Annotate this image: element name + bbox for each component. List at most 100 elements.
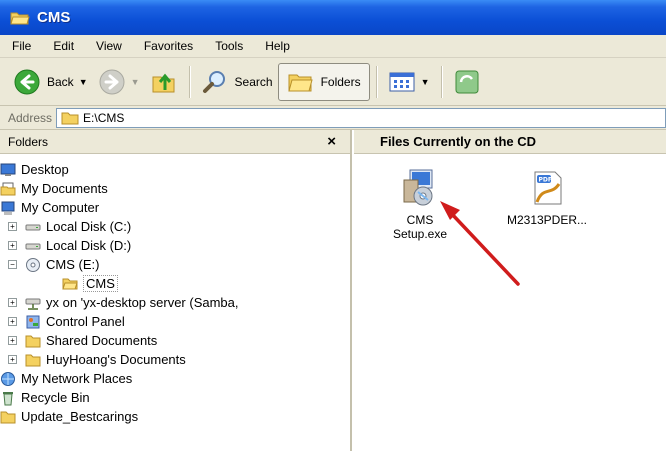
file-item-pdf[interactable]: PDF M2313PDER... <box>492 166 602 227</box>
folder-icon <box>0 409 16 425</box>
address-bar: Address E:\CMS <box>0 106 666 130</box>
svg-text:PDF: PDF <box>539 177 552 184</box>
folder-icon <box>61 112 79 124</box>
control-panel-icon <box>25 314 41 330</box>
menu-favorites[interactable]: Favorites <box>133 39 204 53</box>
expand-icon[interactable]: + <box>8 298 17 307</box>
content-pane: Files Currently on the CD CMS Setup.exe … <box>354 130 666 451</box>
folders-icon <box>287 74 313 91</box>
folders-button[interactable]: Folders <box>277 62 370 101</box>
folder-tree-item-label: My Network Places <box>21 371 133 386</box>
folder-tree-item-label: Shared Documents <box>46 333 158 348</box>
collapse-icon[interactable]: − <box>8 260 17 269</box>
folder-tree-item-label: My Documents <box>21 181 108 196</box>
folder-tree-item-label: My Computer <box>21 200 100 215</box>
folder-tree-item-label: CMS <box>83 275 118 292</box>
folders-pane: Folders × Desktop My Documents My Computer… <box>0 130 352 451</box>
views-button[interactable]: ▼ <box>383 64 435 100</box>
folder-tree-item[interactable]: CMS <box>0 274 350 293</box>
up-folder-icon <box>152 73 175 92</box>
folder-tree-item[interactable]: + Shared Documents <box>0 331 350 350</box>
back-button[interactable]: Back ▼ <box>8 64 93 100</box>
network-places-icon <box>0 371 16 387</box>
views-icon <box>389 72 415 91</box>
folder-tree-item[interactable]: + Local Disk (C:) <box>0 217 350 236</box>
folder-tree-item-label: CMS (E:) <box>46 257 100 272</box>
menu-help[interactable]: Help <box>254 39 301 53</box>
address-value: E:\CMS <box>83 110 125 125</box>
my-computer-icon <box>0 200 16 216</box>
close-icon[interactable]: × <box>327 133 336 150</box>
toolbar: Back ▼ ▼ Search Folders ▼ <box>0 58 666 106</box>
toolbar-separator <box>188 65 190 98</box>
chevron-down-icon[interactable]: ▼ <box>79 77 88 87</box>
folder-icon <box>25 352 41 368</box>
menu-file[interactable]: File <box>6 39 42 53</box>
search-label: Search <box>234 74 273 89</box>
folder-tree-item[interactable]: + Local Disk (D:) <box>0 236 350 255</box>
folder-tree-item-label: Update_Bestcarings <box>21 409 139 424</box>
folder-tree-item-label: Control Panel <box>46 314 125 329</box>
toolbar-separator <box>440 65 442 98</box>
forward-button[interactable]: ▼ <box>93 64 145 100</box>
folder-tree-item[interactable]: + HuyHoang's Documents <box>0 350 350 369</box>
folder-tree-item[interactable]: + yx on 'yx-desktop server (Samba, <box>0 293 350 312</box>
window-title: CMS <box>37 9 71 26</box>
expand-icon[interactable]: + <box>8 241 17 250</box>
menu-bar: File Edit View Favorites Tools Help <box>0 35 666 58</box>
drive-icon <box>25 219 41 235</box>
folder-tree-item-label: Recycle Bin <box>21 390 90 405</box>
toolbar-separator <box>375 65 377 98</box>
menu-view[interactable]: View <box>85 39 133 53</box>
folder-icon <box>25 333 41 349</box>
back-label: Back <box>47 74 74 89</box>
folder-tree-item[interactable]: Desktop <box>0 160 350 179</box>
folder-tree-item[interactable]: Recycle Bin <box>0 388 350 407</box>
cd-drive-icon <box>25 257 41 273</box>
folder-open-icon <box>62 276 78 292</box>
folders-label: Folders <box>320 74 361 89</box>
folder-tree-item-label: Local Disk (D:) <box>46 238 132 253</box>
file-item-setup[interactable]: CMS Setup.exe <box>380 166 460 241</box>
network-drive-icon <box>25 295 41 311</box>
content-header: Files Currently on the CD <box>354 130 666 154</box>
expand-icon[interactable]: + <box>8 355 17 364</box>
desktop-icon <box>0 162 16 178</box>
address-label: Address <box>8 110 53 125</box>
address-input[interactable]: E:\CMS <box>56 107 666 128</box>
forward-arrow-icon <box>99 69 125 94</box>
pdf-icon: PDF <box>534 171 562 205</box>
folder-tree-item[interactable]: Update_Bestcarings <box>0 407 350 426</box>
recycle-bin-icon <box>0 390 16 406</box>
search-button[interactable]: Search <box>196 64 278 100</box>
folder-tree-item-label: Desktop <box>21 162 69 177</box>
chevron-down-icon[interactable]: ▼ <box>421 77 430 87</box>
folders-pane-header: Folders × <box>0 130 350 154</box>
folder-tree-item[interactable]: My Documents <box>0 179 350 198</box>
menu-edit[interactable]: Edit <box>42 39 85 53</box>
folder-tree-item[interactable]: My Network Places <box>0 369 350 388</box>
folder-tree: Desktop My Documents My Computer + Local Dis… <box>0 154 350 426</box>
file-name-line2: Setup.exe <box>392 227 448 241</box>
drive-icon <box>25 238 41 254</box>
up-folder-button[interactable] <box>145 64 183 100</box>
folder-tree-item-label: yx on 'yx-desktop server (Samba, <box>46 295 239 310</box>
expand-icon[interactable]: + <box>8 317 17 326</box>
title-bar[interactable]: CMS <box>0 0 666 35</box>
file-name-line1: CMS <box>406 213 434 227</box>
folder-open-icon <box>10 12 30 24</box>
expand-icon[interactable]: + <box>8 222 17 231</box>
sync-icon <box>455 70 478 93</box>
folder-tree-item-label: Local Disk (C:) <box>46 219 132 234</box>
sync-button[interactable] <box>448 64 486 100</box>
folder-tree-item[interactable]: − CMS (E:) <box>0 255 350 274</box>
back-arrow-icon <box>14 69 40 94</box>
setup-exe-icon <box>403 169 433 206</box>
search-icon <box>202 70 225 93</box>
folder-tree-item[interactable]: My Computer <box>0 198 350 217</box>
menu-tools[interactable]: Tools <box>204 39 254 53</box>
folder-tree-item[interactable]: + Control Panel <box>0 312 350 331</box>
expand-icon[interactable]: + <box>8 336 17 345</box>
chevron-down-icon[interactable]: ▼ <box>131 77 140 87</box>
file-name-line1: M2313PDER... <box>506 213 588 227</box>
